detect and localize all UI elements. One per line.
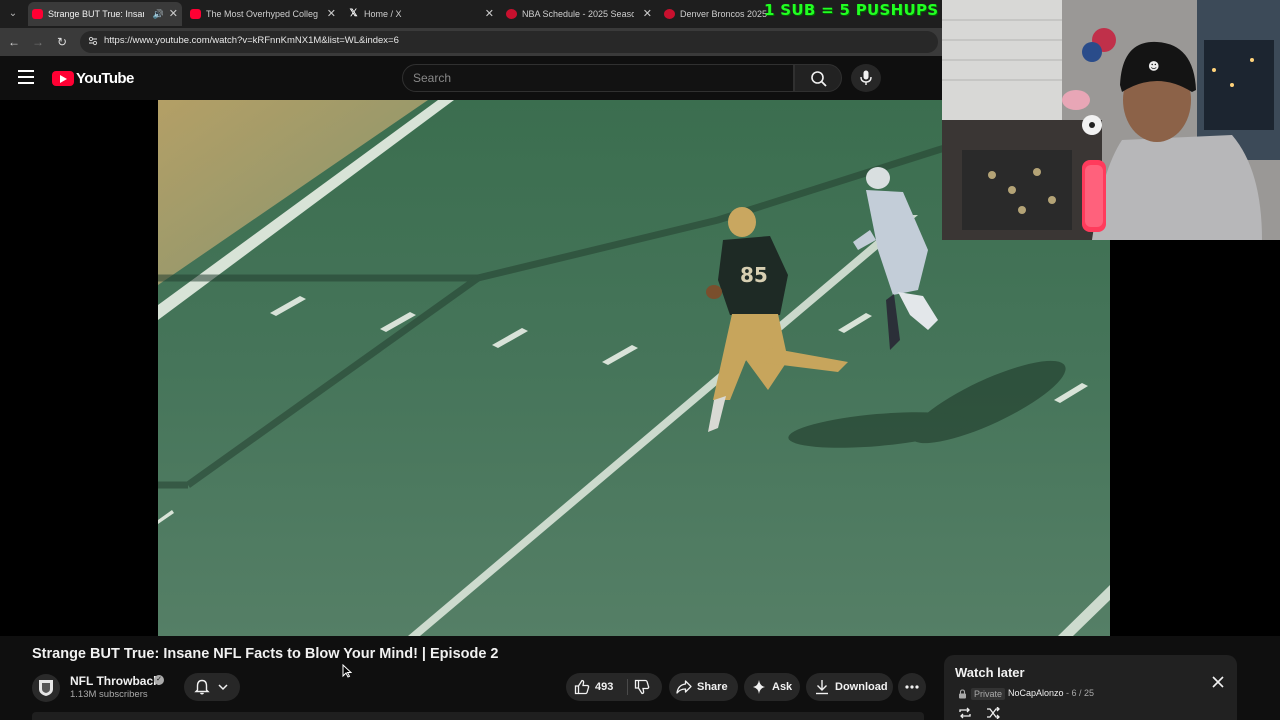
forward-arrow-icon[interactable]: → xyxy=(30,34,46,50)
search-input[interactable] xyxy=(413,70,773,86)
speaker-icon[interactable]: 🔊 xyxy=(153,2,164,26)
youtube-play-logo-icon xyxy=(52,71,74,86)
notification-bell-button[interactable] xyxy=(184,673,240,701)
browser-tab-active[interactable]: Strange BUT True: Insane NFL 🔊 ✕ xyxy=(28,2,182,26)
playlist-position: - 6 / 25 xyxy=(1066,688,1095,698)
youtube-logo-text: YouTube xyxy=(76,70,134,87)
reload-icon[interactable]: ↻ xyxy=(54,34,70,50)
loop-icon[interactable] xyxy=(958,707,972,719)
channel-name[interactable]: NFL Throwback xyxy=(70,674,160,688)
streamer-webcam: ☻ xyxy=(942,0,1280,240)
playlist-title[interactable]: Watch later xyxy=(955,665,1025,680)
bell-icon xyxy=(194,679,210,695)
site-info-icon[interactable] xyxy=(86,35,100,49)
webcam-feed-image: ☻ xyxy=(942,0,1280,240)
tab-title: Strange BUT True: Insane NFL xyxy=(48,9,144,19)
youtube-favicon-icon xyxy=(190,9,201,19)
tab-close-icon[interactable]: ✕ xyxy=(485,2,494,26)
like-count: 493 xyxy=(595,681,614,693)
browser-tab[interactable]: NBA Schedule - 2025 Season - ✕ xyxy=(502,2,656,26)
ask-label: Ask xyxy=(772,681,793,693)
thumbs-up-icon xyxy=(574,679,590,695)
shuffle-icon[interactable] xyxy=(986,707,1000,719)
download-label: Download xyxy=(835,681,888,693)
verified-check-icon: ✓ xyxy=(154,675,164,685)
menu-hamburger-icon[interactable] xyxy=(18,70,34,84)
lock-icon xyxy=(959,689,966,699)
browser-address-bar: ← → ↻ https://www.youtube.com/watch?v=kR… xyxy=(0,28,942,56)
browser-tab[interactable]: 𝕏 Home / X ✕ xyxy=(344,2,498,26)
download-icon xyxy=(816,680,828,695)
share-button[interactable]: Share xyxy=(669,673,738,701)
nba-favicon-icon xyxy=(506,9,517,19)
tab-close-icon[interactable]: ✕ xyxy=(643,2,652,26)
like-divider xyxy=(627,679,628,695)
channel-avatar[interactable] xyxy=(32,674,60,702)
search-box xyxy=(402,64,794,92)
svg-text:85: 85 xyxy=(740,263,768,287)
x-favicon-icon: 𝕏 xyxy=(349,8,358,19)
share-arrow-icon xyxy=(676,680,692,694)
tab-title: The Most Overhyped College F xyxy=(206,9,318,19)
dislike-button[interactable] xyxy=(628,673,662,701)
microphone-icon xyxy=(860,70,872,85)
tab-title: NBA Schedule - 2025 Season - xyxy=(522,9,634,19)
tab-close-icon[interactable]: ✕ xyxy=(169,2,178,26)
more-horizontal-icon xyxy=(905,685,919,689)
url-text: https://www.youtube.com/watch?v=kRFnnKmN… xyxy=(104,35,399,46)
tab-title: Home / X xyxy=(364,9,402,19)
search-icon xyxy=(811,71,827,87)
tab-title: Denver Broncos 2025 NFL D xyxy=(680,9,770,19)
url-field[interactable]: https://www.youtube.com/watch?v=kRFnnKmN… xyxy=(80,31,938,53)
description-box-edge[interactable] xyxy=(32,712,924,720)
sparkle-icon xyxy=(753,680,765,694)
voice-search-button[interactable] xyxy=(851,64,881,92)
playlist-owner[interactable]: NoCapAlonzo xyxy=(1008,688,1064,698)
back-arrow-icon[interactable]: ← xyxy=(6,34,22,50)
watch-later-panel: Watch later Private NoCapAlonzo - 6 / 25 xyxy=(944,655,1237,720)
browser-tab[interactable]: Denver Broncos 2025 NFL D xyxy=(660,2,770,26)
mouse-cursor-icon xyxy=(342,664,352,678)
privacy-badge: Private xyxy=(971,688,1006,700)
youtube-header: YouTube xyxy=(0,56,942,100)
download-button[interactable]: Download xyxy=(806,673,893,701)
close-icon[interactable] xyxy=(1210,674,1226,690)
search-button[interactable] xyxy=(794,64,842,92)
video-title: Strange BUT True: Insane NFL Facts to Bl… xyxy=(32,646,499,662)
chevron-down-icon xyxy=(218,684,228,691)
browser-tab[interactable]: The Most Overhyped College F ✕ xyxy=(186,2,340,26)
tab-close-icon[interactable]: ✕ xyxy=(327,2,336,26)
broncos-favicon-icon xyxy=(664,9,675,19)
stream-sub-goal-overlay: 1 SUB = 5 PUSHUPS xyxy=(764,1,939,19)
ask-button[interactable]: Ask xyxy=(744,673,800,701)
nfl-shield-icon xyxy=(39,680,53,696)
youtube-favicon-icon xyxy=(32,9,43,19)
more-actions-button[interactable] xyxy=(898,673,926,701)
like-dislike-pill: 493 xyxy=(566,673,662,701)
like-button[interactable]: 493 xyxy=(566,673,626,701)
subscriber-count: 1.13M subscribers xyxy=(70,689,148,700)
tab-search-chevron-icon[interactable]: ⌄ xyxy=(4,5,22,23)
thumbs-down-icon xyxy=(634,679,650,695)
share-label: Share xyxy=(697,681,728,693)
svg-text:☻: ☻ xyxy=(1148,60,1159,73)
